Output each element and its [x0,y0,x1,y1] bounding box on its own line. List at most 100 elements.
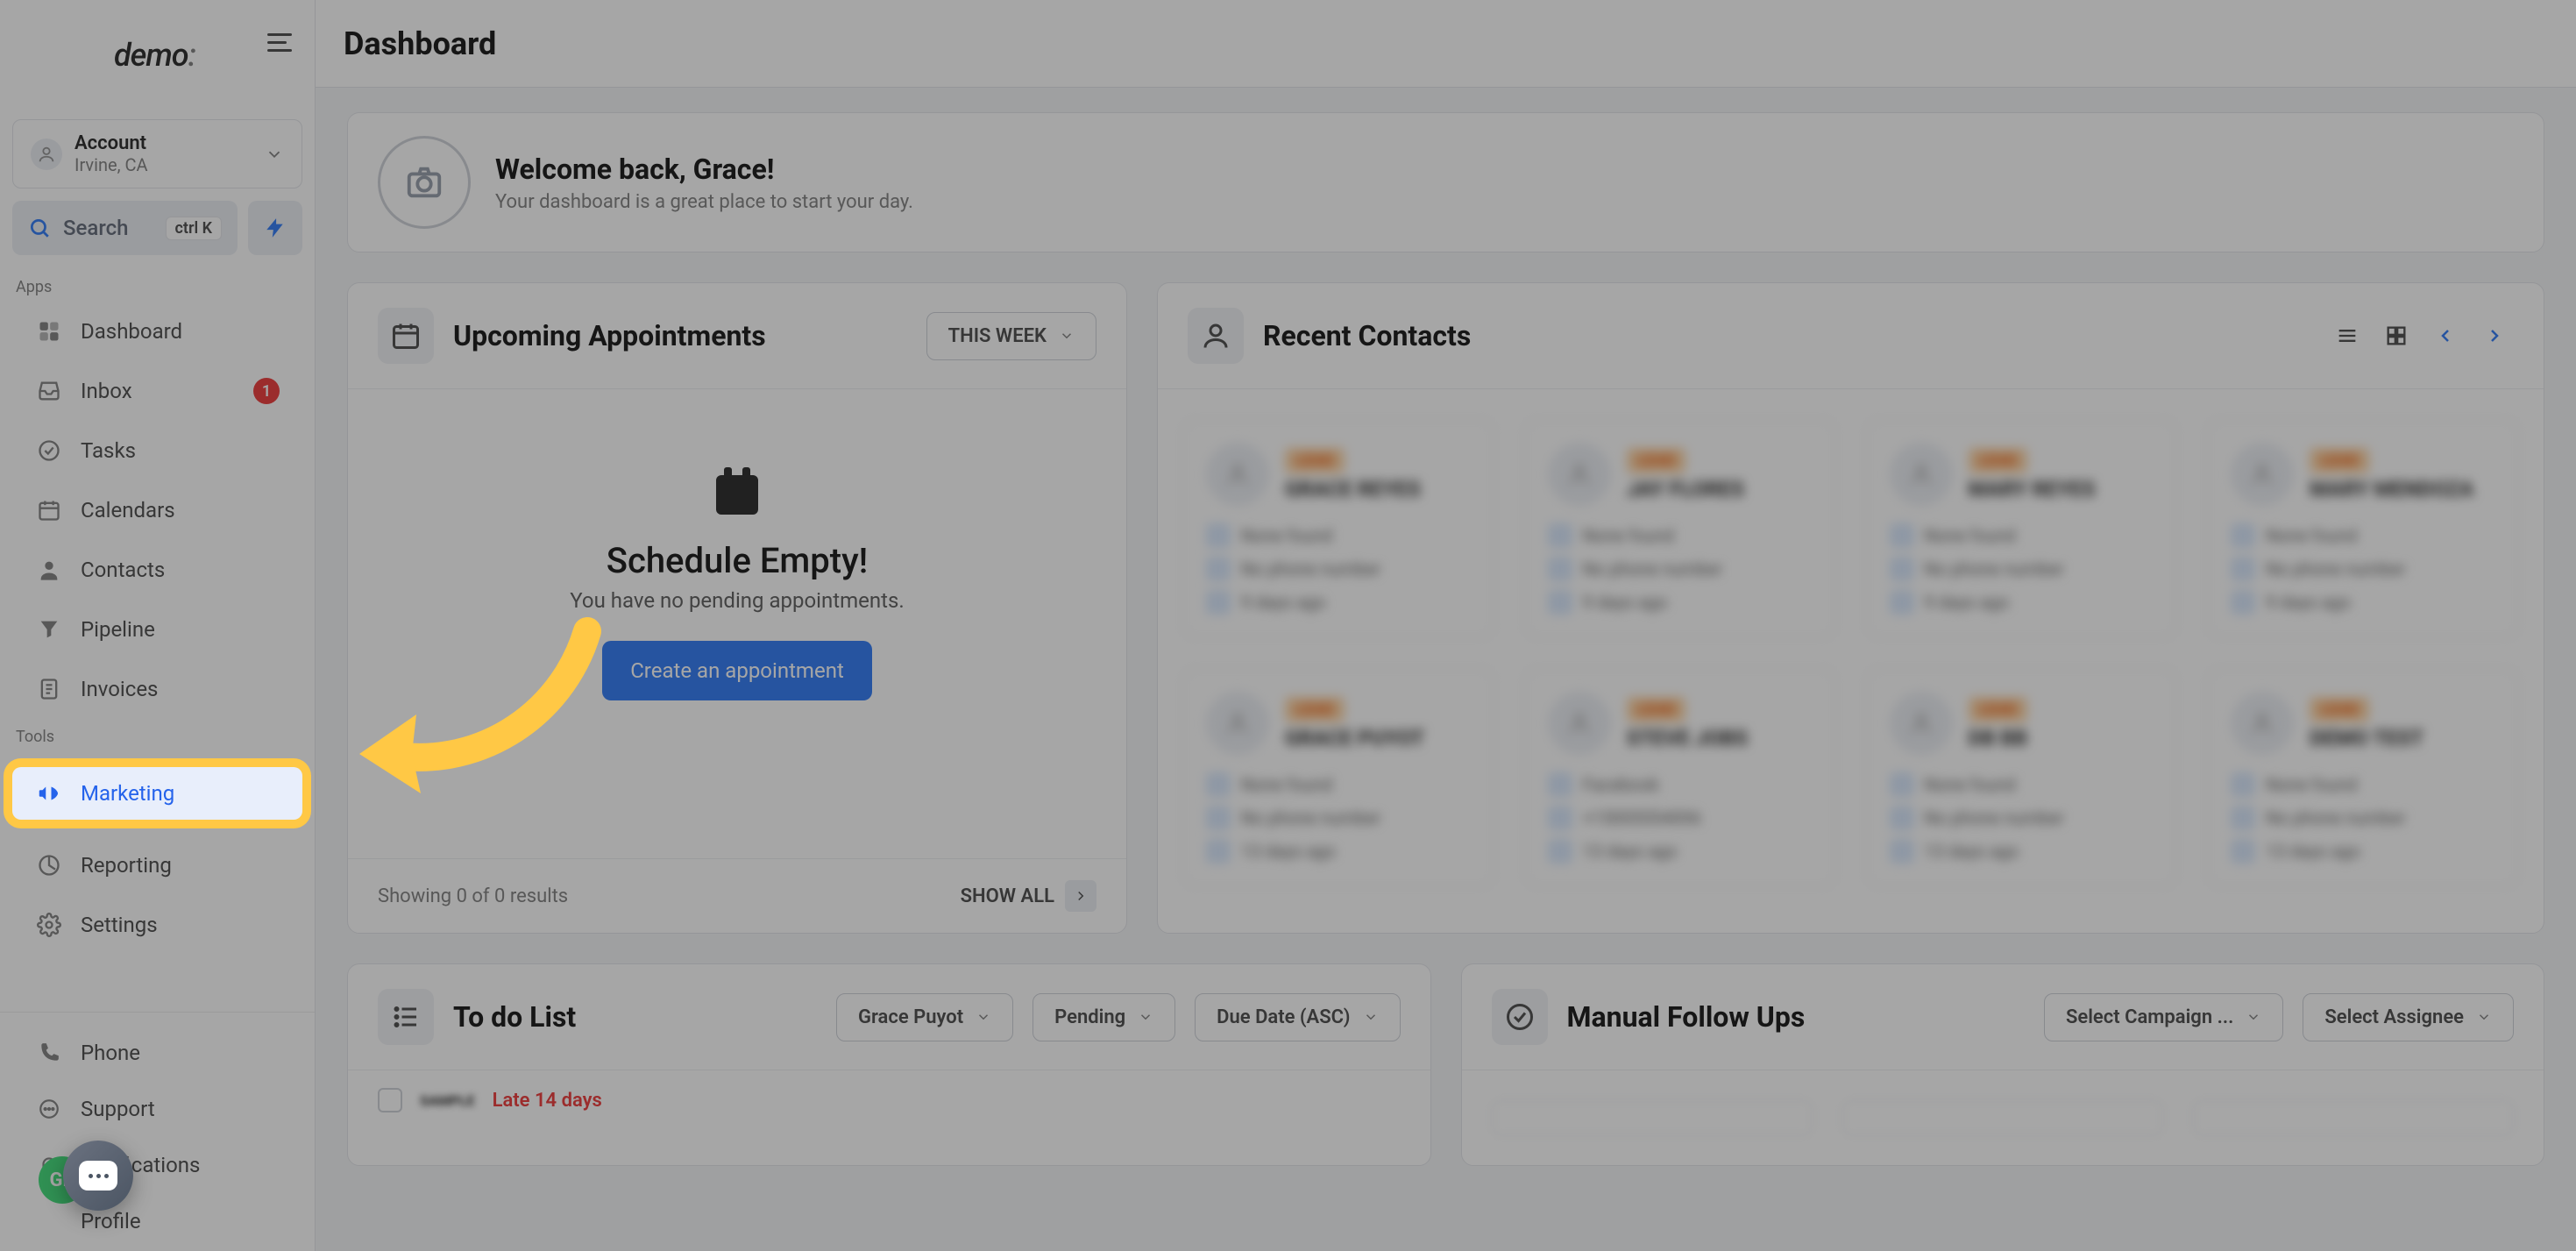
todo-sort-filter[interactable]: Due Date (ASC) [1195,993,1400,1041]
contact-card[interactable]: LEADSTEVE JOBS Facebook +15005554006 13 … [1524,668,1836,887]
card-title: Upcoming Appointments [453,319,907,352]
todo-card: To do List Grace Puyot Pending Due Date … [347,963,1431,1166]
bolt-icon [264,217,287,239]
contact-card[interactable]: LEADGRACE PUYOT None found No phone numb… [1182,668,1494,887]
sidebar-item-inbox[interactable]: Inbox 1 [12,365,302,417]
todo-assignee-filter[interactable]: Grace Puyot [836,993,1013,1041]
empty-title: Schedule Empty! [607,540,869,581]
main-content: Dashboard Welcome back, Grace! Your dash… [316,0,2576,1251]
prev-page-button[interactable] [2426,316,2465,355]
recent-contacts-card: Recent Contacts LEADGRACE REYES None fou… [1157,282,2544,934]
sidebar-item-label: Inbox [81,379,132,403]
sidebar-item-contacts[interactable]: Contacts [12,544,302,596]
sidebar-item-label: Tasks [81,438,136,463]
sidebar-item-tasks[interactable]: Tasks [12,424,302,477]
contact-icon [1188,308,1244,364]
view-grid-button[interactable] [2377,316,2416,355]
section-tools: Tools [0,719,315,751]
sidebar-item-calendars[interactable]: Calendars [12,484,302,537]
sidebar-item-marketing[interactable]: Marketing [12,767,302,820]
view-list-button[interactable] [2328,316,2367,355]
sidebar-item-label: Dashboard [81,319,182,344]
account-switcher[interactable]: Account Irvine, CA [12,119,302,188]
calendar-icon [378,308,434,364]
appointments-filter[interactable]: THIS WEEK [926,312,1096,360]
topbar: Dashboard [316,0,2576,88]
search-placeholder: Search [63,216,153,240]
contact-card[interactable]: LEADGRACE REYES None found No phone numb… [1182,419,1494,638]
menu-toggle-icon[interactable] [267,26,299,58]
contact-card[interactable]: LEADMARY REYES None found No phone numbe… [1866,419,2178,638]
todo-item[interactable]: SAMPLE Late 14 days [348,1070,1430,1130]
pipeline-icon [35,615,63,643]
chevron-down-icon [265,145,284,164]
sidebar-item-reporting[interactable]: Reporting [12,839,302,892]
chevron-down-icon [1059,328,1075,344]
profile-icon [35,1207,63,1235]
contact-card[interactable]: LEADMARY MENDOZA None found No phone num… [2207,419,2519,638]
sidebar-item-label: Profile [81,1209,141,1233]
sidebar-item-label: Calendars [81,498,175,522]
welcome-subtitle: Your dashboard is a great place to start… [495,191,913,213]
followups-assignee-filter[interactable]: Select Assignee [2303,993,2514,1041]
sidebar: demo: Account Irvine, CA Search ctrl K [0,0,316,1251]
calendar-empty-icon [706,459,769,522]
tasks-icon [35,437,63,465]
todo-late: Late 14 days [493,1090,602,1112]
sidebar-item-label: Phone [81,1041,140,1065]
sidebar-item-label: Support [81,1097,155,1121]
check-icon [1492,989,1548,1045]
results-count: Showing 0 of 0 results [378,885,568,907]
welcome-title: Welcome back, Grace! [495,153,913,186]
todo-checkbox[interactable] [378,1088,402,1112]
empty-subtitle: You have no pending appointments. [570,588,904,613]
sidebar-item-settings[interactable]: Settings [12,899,302,951]
sidebar-item-dashboard[interactable]: Dashboard [12,305,302,358]
welcome-card: Welcome back, Grace! Your dashboard is a… [347,112,2544,252]
invoices-icon [35,675,63,703]
contact-card[interactable]: LEADJAY FLORES None found No phone numbe… [1524,419,1836,638]
inbox-badge: 1 [253,378,280,404]
inbox-icon [35,377,63,405]
appointments-card: Upcoming Appointments THIS WEEK Schedule… [347,282,1127,934]
search-shortcut: ctrl K [166,217,222,240]
chat-icon [79,1161,117,1191]
followups-campaign-filter[interactable]: Select Campaign ... [2044,993,2283,1041]
account-title: Account [75,132,252,154]
search-input[interactable]: Search ctrl K [12,201,238,255]
support-icon [35,1095,63,1123]
card-title: Manual Follow Ups [1567,1000,2025,1034]
page-title: Dashboard [344,25,496,62]
quick-action-button[interactable] [248,201,302,255]
search-icon [28,217,51,239]
contacts-icon [35,556,63,584]
sidebar-item-support[interactable]: Support [12,1083,302,1135]
contact-card[interactable]: LEADDB BB None found No phone number 13 … [1866,668,2178,887]
chevron-down-icon [2246,1009,2261,1025]
sidebar-item-phone[interactable]: Phone [12,1027,302,1079]
show-all-button[interactable]: SHOW ALL [961,880,1096,912]
todo-name: SAMPLE [420,1092,475,1109]
logo: demo: [114,37,195,74]
account-location: Irvine, CA [75,154,252,175]
list-icon [378,989,434,1045]
gear-icon [35,911,63,939]
sidebar-item-label: Settings [81,913,158,937]
upload-avatar[interactable] [378,136,471,229]
chevron-down-icon [1363,1009,1379,1025]
create-appointment-button[interactable]: Create an appointment [602,641,872,700]
sidebar-item-invoices[interactable]: Invoices [12,663,302,715]
sidebar-item-pipeline[interactable]: Pipeline [12,603,302,656]
followups-card: Manual Follow Ups Select Campaign ... Se… [1461,963,2545,1166]
sidebar-item-label: Marketing [81,781,174,806]
chat-widget[interactable] [63,1141,133,1211]
card-title: Recent Contacts [1263,319,2309,352]
camera-icon [404,162,444,203]
sidebar-item-label: Contacts [81,558,165,582]
todo-status-filter[interactable]: Pending [1033,993,1175,1041]
dashboard-icon [35,317,63,345]
contact-card[interactable]: LEADDEMO TEST None found No phone number… [2207,668,2519,887]
next-page-button[interactable] [2475,316,2514,355]
phone-icon [35,1039,63,1067]
chevron-down-icon [1138,1009,1153,1025]
